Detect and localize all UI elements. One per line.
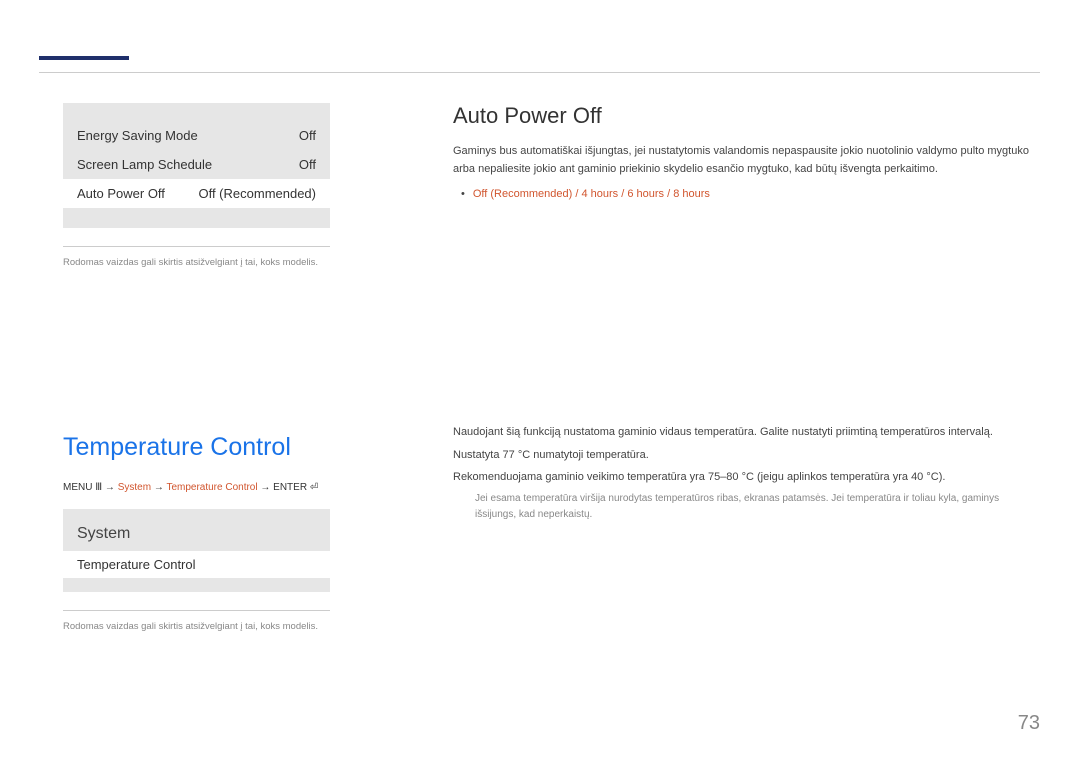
- disclaimer-text: Rodomas vaizdas gali skirtis atsižvelgia…: [63, 610, 330, 632]
- menu-row: Energy Saving Mode Off: [63, 121, 330, 150]
- options-line: • Off (Recommended) / 4 hours / 6 hours …: [461, 188, 1033, 200]
- menu-panel-eco: Energy Saving Mode Off Screen Lamp Sched…: [63, 103, 330, 228]
- bullet-icon: •: [461, 188, 465, 200]
- menu-value: Off (Recommended): [198, 186, 316, 201]
- breadcrumb-menu: MENU: [63, 482, 92, 493]
- breadcrumb-system: System: [118, 482, 151, 493]
- note-text: Jei esama temperatūra viršija nurodytas …: [453, 491, 1033, 523]
- menu-value: Off: [299, 157, 316, 172]
- breadcrumb-temp: Temperature Control: [166, 482, 257, 493]
- menu-label: Auto Power Off: [77, 186, 165, 201]
- accent-bar: [39, 56, 129, 60]
- menu-row: Screen Lamp Schedule Off: [63, 150, 330, 179]
- breadcrumb-enter: ENTER: [273, 482, 307, 493]
- menu-label: Energy Saving Mode: [77, 128, 198, 143]
- menu-row-selected: Auto Power Off Off (Recommended): [63, 179, 330, 208]
- breadcrumb-path: MENU Ⅲ → System → Temperature Control → …: [63, 482, 348, 493]
- page-number: 73: [1018, 712, 1040, 735]
- arrow-icon: →: [105, 482, 115, 493]
- right-column-temperature: Naudojant šią funkciją nustatoma gaminio…: [453, 423, 1033, 527]
- menu-item-selected: Temperature Control: [63, 551, 330, 578]
- body-text: Nustatyta 77 °C numatytoji temperatūra.: [453, 446, 1033, 465]
- body-text: Naudojant šią funkciją nustatoma gaminio…: [453, 423, 1033, 442]
- right-column-auto-power: Auto Power Off Gaminys bus automatiškai …: [453, 103, 1033, 200]
- menu-label: Screen Lamp Schedule: [77, 157, 212, 172]
- menu-panel-title: System: [63, 521, 330, 551]
- section-title-temperature: Temperature Control: [63, 433, 348, 462]
- menu-icon: Ⅲ: [95, 482, 105, 493]
- options-text: Off (Recommended) / 4 hours / 6 hours / …: [473, 188, 710, 200]
- body-text: Rekomenduojama gaminio veikimo temperatū…: [453, 468, 1033, 487]
- left-column: Energy Saving Mode Off Screen Lamp Sched…: [63, 103, 348, 632]
- heading-auto-power-off: Auto Power Off: [453, 103, 1033, 129]
- body-text: Gaminys bus automatiškai išjungtas, jei …: [453, 143, 1033, 178]
- menu-value: Off: [299, 128, 316, 143]
- arrow-icon: →: [154, 482, 164, 493]
- divider-line: [39, 72, 1040, 73]
- menu-panel-system: System Temperature Control: [63, 509, 330, 592]
- enter-icon: ⏎: [310, 482, 318, 493]
- disclaimer-text: Rodomas vaizdas gali skirtis atsižvelgia…: [63, 246, 330, 268]
- arrow-icon: →: [260, 482, 270, 493]
